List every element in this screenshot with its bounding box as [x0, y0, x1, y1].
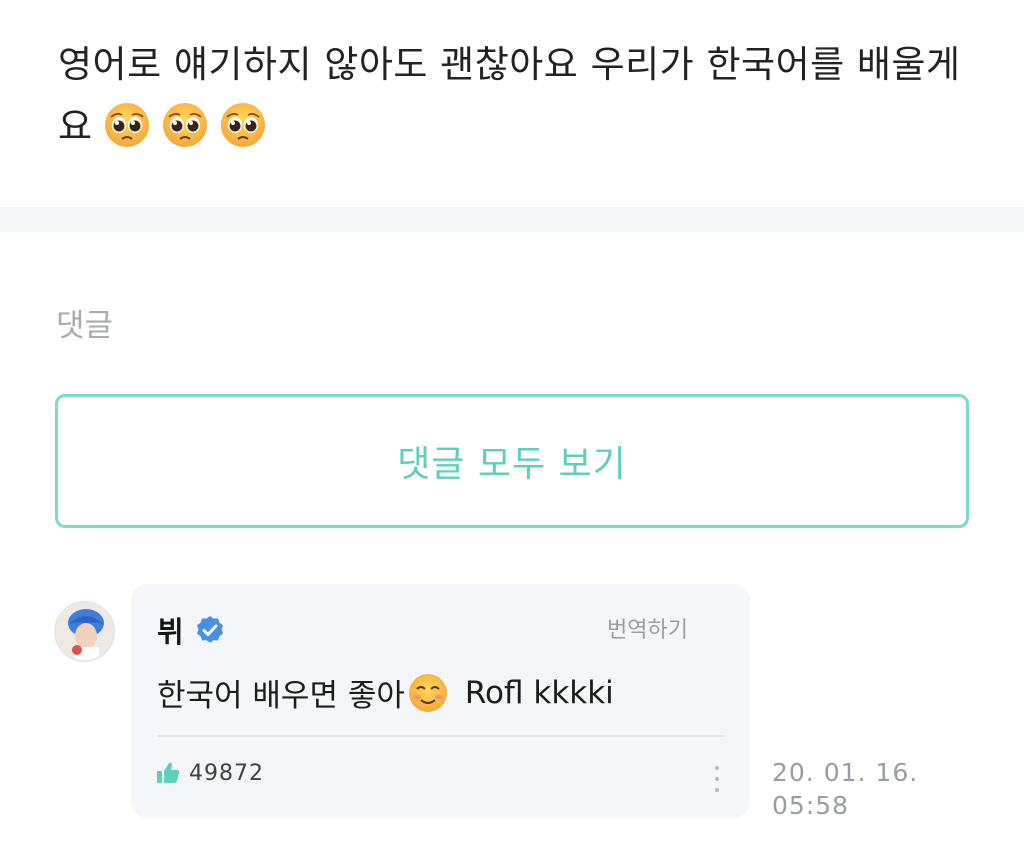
like-count: 49872 — [189, 760, 264, 786]
pleading-face-emoji — [104, 102, 149, 147]
comment-text-suffix: Rofl kkkki — [464, 674, 614, 711]
more-vertical-icon[interactable] — [714, 766, 720, 792]
comment-author-row: 뷔 — [157, 609, 226, 651]
smiling-face-emoji — [408, 673, 447, 712]
pleading-face-emoji — [220, 102, 265, 147]
comment-time: 05:58 — [772, 791, 850, 820]
verified-badge-icon — [196, 616, 223, 643]
comment-text-main: 한국어 배우면 좋아 — [157, 678, 405, 714]
comment-author-name[interactable]: 뷔 — [157, 609, 184, 651]
like-button[interactable]: 49872 — [155, 760, 264, 786]
comment-divider — [157, 735, 724, 737]
comment-text: 한국어 배우면 좋아 Rofl kkkki — [157, 670, 614, 715]
pleading-face-emoji — [162, 102, 207, 147]
thumbs-up-icon — [157, 762, 180, 783]
comment-bubble: 뷔 번역하기 한국어 배우면 좋아 Rofl kkkki 49872 — [131, 584, 750, 818]
translate-button[interactable]: 번역하기 — [607, 612, 688, 644]
comment-timestamp: 20. 01. 16. 05:58 — [772, 756, 932, 822]
avatar-image — [56, 603, 113, 660]
section-divider — [0, 207, 1024, 232]
comment-date: 20. 01. 16. — [772, 758, 919, 787]
avatar[interactable] — [54, 601, 115, 662]
view-all-comments-button[interactable]: 댓글 모두 보기 — [55, 394, 969, 528]
post-body: 영어로 얘기하지 않아도 괜찮아요 우리가 한국어를 배울게요 — [58, 34, 988, 158]
comments-heading: 댓글 — [56, 308, 114, 344]
